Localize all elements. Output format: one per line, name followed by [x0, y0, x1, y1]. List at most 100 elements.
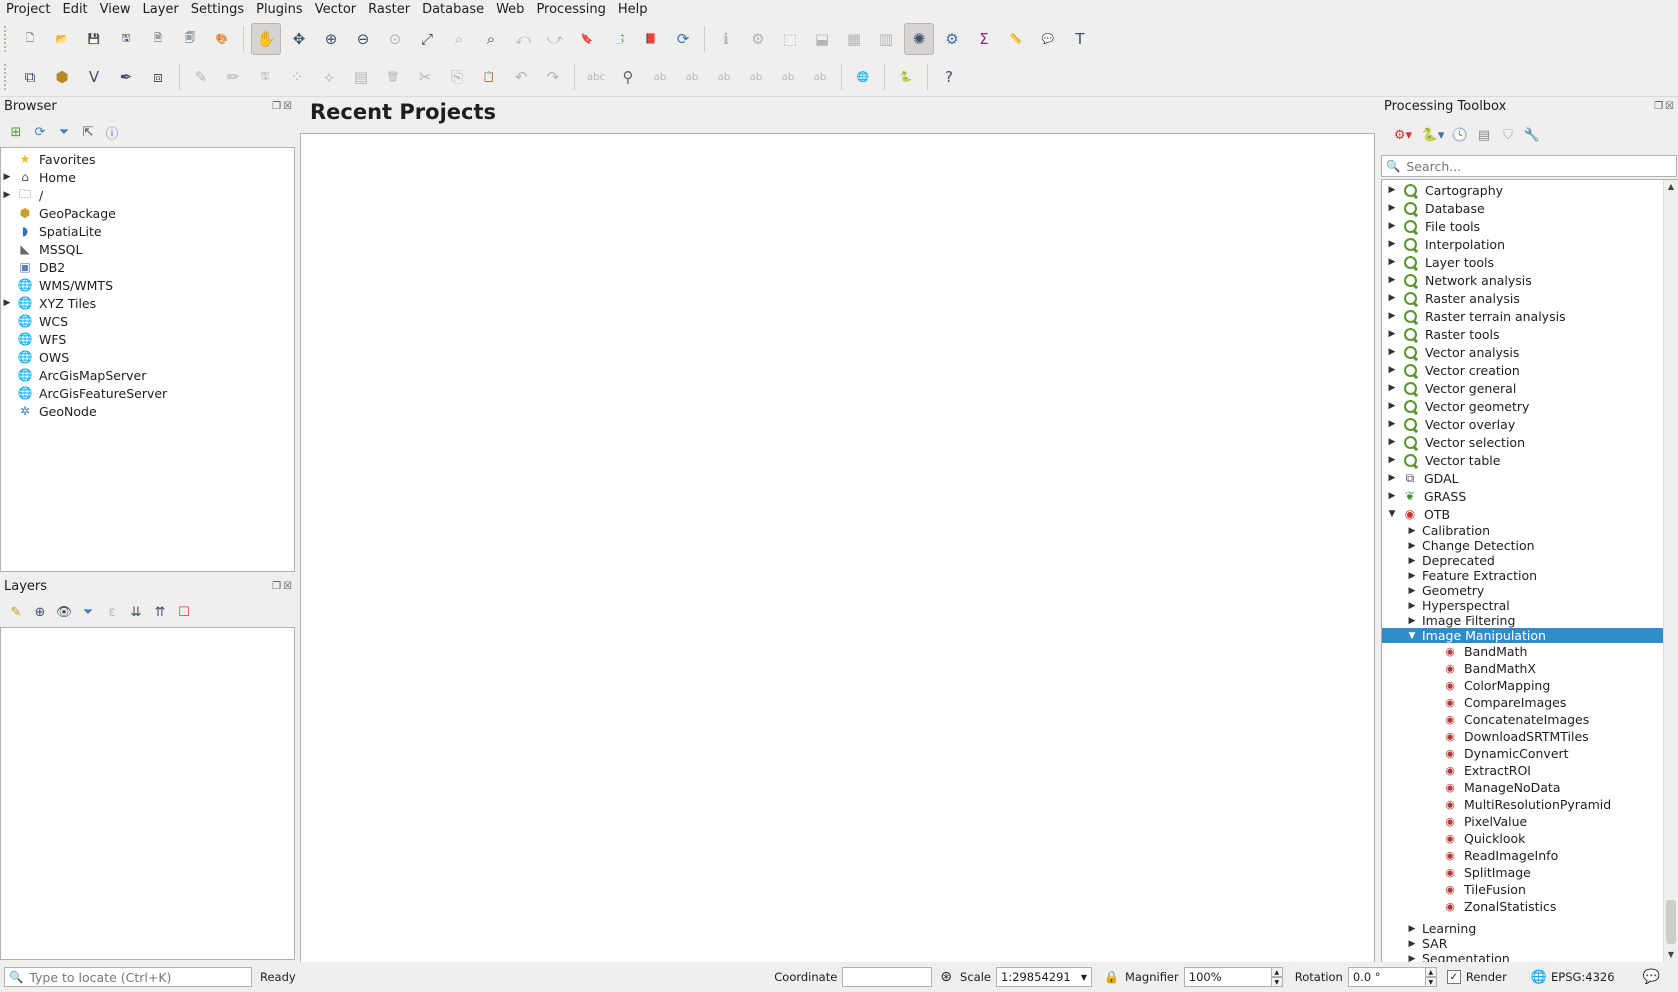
python-icon[interactable]: 🐍: [892, 62, 920, 92]
otb-algorithm[interactable]: ◉ BandMathX: [1382, 660, 1664, 677]
expand-arrow-icon[interactable]: ▶: [1406, 556, 1418, 566]
data-source-manager-icon[interactable]: ⧉: [16, 62, 44, 92]
toolbox-group[interactable]: ▶ Interpolation: [1382, 235, 1664, 253]
action-icon[interactable]: ⚙: [744, 24, 772, 54]
expand-all-icon[interactable]: ⇊: [125, 601, 147, 623]
add-group-icon[interactable]: ⊕: [29, 601, 51, 623]
identify-icon[interactable]: ℹ: [712, 24, 740, 54]
otb-algorithm[interactable]: ◉ MultiResolutionPyramid: [1382, 796, 1664, 813]
pan-icon[interactable]: ✋: [251, 23, 281, 55]
menu-vector[interactable]: Vector: [309, 0, 362, 20]
browser-item[interactable]: 🌐 WFS: [1, 330, 294, 348]
new-geopackage-icon[interactable]: ⬢: [48, 62, 76, 92]
toolbox-group[interactable]: ▶ Network analysis: [1382, 271, 1664, 289]
browser-item[interactable]: ▶ 🗀 /: [1, 186, 294, 204]
otb-algorithm[interactable]: ◉ BandMath: [1382, 643, 1664, 660]
otb-algorithm[interactable]: ◉ ManageNoData: [1382, 779, 1664, 796]
expand-arrow-icon[interactable]: ▶: [1386, 365, 1398, 375]
expand-arrow-icon[interactable]: ▶: [1386, 185, 1398, 195]
history-icon[interactable]: 🕓: [1449, 124, 1471, 146]
otb-algorithm[interactable]: ◉ Quicklook: [1382, 830, 1664, 847]
refresh-icon[interactable]: ⟳: [29, 121, 51, 143]
otb-algorithm[interactable]: ◉ PixelValue: [1382, 813, 1664, 830]
toolbox-provider-otb[interactable]: ▼ ◉ OTB: [1382, 505, 1664, 523]
new-layout-icon[interactable]: 🗎: [144, 24, 172, 54]
toolbox-provider-grass[interactable]: ▶ ❦ GRASS: [1382, 487, 1664, 505]
toolbox-group[interactable]: ▶ Vector creation: [1382, 361, 1664, 379]
show-spatial-bookmarks-icon[interactable]: 📕: [637, 24, 665, 54]
otb-algorithm[interactable]: ◉ ColorMapping: [1382, 677, 1664, 694]
zoom-to-layer-icon[interactable]: ⌕: [477, 24, 505, 54]
filter-legend-icon[interactable]: ⏷: [77, 601, 99, 623]
expand-arrow-icon[interactable]: ▶: [1406, 924, 1418, 934]
change-label-icon[interactable]: ab: [774, 62, 802, 92]
menu-settings[interactable]: Settings: [185, 0, 250, 20]
zoom-full-icon[interactable]: ⤢: [413, 24, 441, 54]
expand-arrow-icon[interactable]: ▶: [1386, 329, 1398, 339]
zoom-next-icon[interactable]: ⤻: [541, 24, 569, 54]
deselect-icon[interactable]: ⬓: [808, 24, 836, 54]
statistics-icon[interactable]: ✺: [904, 23, 934, 55]
expand-arrow-icon[interactable]: ▶: [1386, 311, 1398, 321]
browser-item[interactable]: 🌐 WMS/WMTS: [1, 276, 294, 294]
otb-group[interactable]: ▶ Feature Extraction: [1382, 568, 1664, 583]
sum-icon[interactable]: Σ: [970, 24, 998, 54]
map-tips-icon[interactable]: 💬: [1034, 24, 1062, 54]
browser-item[interactable]: ◣ MSSQL: [1, 240, 294, 258]
menu-processing[interactable]: Processing: [530, 0, 611, 20]
expand-arrow-icon[interactable]: ▶: [1386, 491, 1398, 501]
browser-item[interactable]: 🌐 ArcGisFeatureServer: [1, 384, 294, 402]
show-hide-labels-icon[interactable]: ab: [678, 62, 706, 92]
toggle-editing-icon[interactable]: ✏: [219, 62, 247, 92]
otb-algorithm[interactable]: ◉ TileFusion: [1382, 881, 1664, 898]
results-viewer-icon[interactable]: ▤: [1473, 124, 1495, 146]
crs-label[interactable]: EPSG:4326: [1551, 970, 1615, 984]
otb-group[interactable]: ▶ Learning: [1382, 921, 1664, 936]
digitize-icon[interactable]: ✒: [112, 62, 140, 92]
rotate-label-icon[interactable]: ab: [742, 62, 770, 92]
expand-arrow-icon[interactable]: ▶: [1406, 526, 1418, 536]
toolbox-scrollbar[interactable]: ▲ ▼: [1663, 180, 1678, 962]
toolbox-search-field[interactable]: 🔍 Search...: [1381, 155, 1677, 177]
zoom-last-icon[interactable]: ⤺: [509, 24, 537, 54]
crs-globe-icon[interactable]: 🌐: [1531, 970, 1547, 985]
expand-arrow-icon[interactable]: ▶: [1386, 455, 1398, 465]
toolbox-group[interactable]: ▶ Database: [1382, 199, 1664, 217]
browser-dock-controls[interactable]: ❐☒: [272, 101, 294, 112]
open-attribute-table-icon[interactable]: ▦: [840, 24, 868, 54]
help-icon[interactable]: ?: [935, 62, 963, 92]
style-manager-icon[interactable]: 🎨: [208, 24, 236, 54]
toolbox-group[interactable]: ▶ Layer tools: [1382, 253, 1664, 271]
pan-to-selection-icon[interactable]: ✥: [285, 24, 313, 54]
render-checkbox[interactable]: ✓: [1446, 970, 1461, 984]
zoom-in-icon[interactable]: ⊕: [317, 24, 345, 54]
otb-group[interactable]: ▶ Deprecated: [1382, 553, 1664, 568]
expand-arrow-icon[interactable]: ▶: [1386, 203, 1398, 213]
expand-arrow-icon[interactable]: ▶: [1386, 419, 1398, 429]
otb-group[interactable]: ▶ Geometry: [1382, 583, 1664, 598]
new-virtual-layer-icon[interactable]: ⧈: [144, 62, 172, 92]
otb-group[interactable]: ▶ Change Detection: [1382, 538, 1664, 553]
text-annotation-icon[interactable]: T: [1066, 24, 1094, 54]
collapse-arrow-icon[interactable]: ▼: [1386, 509, 1398, 519]
magnifier-field[interactable]: 100%: [1183, 967, 1272, 987]
toolbox-provider-gdal[interactable]: ▶ ⧉ GDAL: [1382, 469, 1664, 487]
expand-arrow-icon[interactable]: ▶: [1386, 347, 1398, 357]
menu-project[interactable]: Project: [0, 0, 56, 20]
open-project-icon[interactable]: 📂: [48, 24, 76, 54]
copy-features-icon[interactable]: ⎘: [443, 62, 471, 92]
toolbox-group[interactable]: ▶ Raster terrain analysis: [1382, 307, 1664, 325]
georeferencer-icon[interactable]: 🌐: [849, 62, 877, 92]
options-icon[interactable]: 🔧: [1521, 124, 1543, 146]
label-icon[interactable]: abc: [582, 62, 610, 92]
redo-icon[interactable]: ↷: [539, 62, 567, 92]
otb-algorithm[interactable]: ◉ ExtractROI: [1382, 762, 1664, 779]
save-as-icon[interactable]: 🖫: [112, 24, 140, 54]
recent-projects-list[interactable]: [300, 133, 1375, 963]
toolbox-group[interactable]: ▶ Raster analysis: [1382, 289, 1664, 307]
menu-raster[interactable]: Raster: [362, 0, 416, 20]
properties-icon[interactable]: ⓘ: [101, 121, 123, 143]
menu-help[interactable]: Help: [612, 0, 654, 20]
coordinate-field[interactable]: [842, 967, 933, 987]
expand-arrow-icon[interactable]: ▶: [1386, 473, 1398, 483]
